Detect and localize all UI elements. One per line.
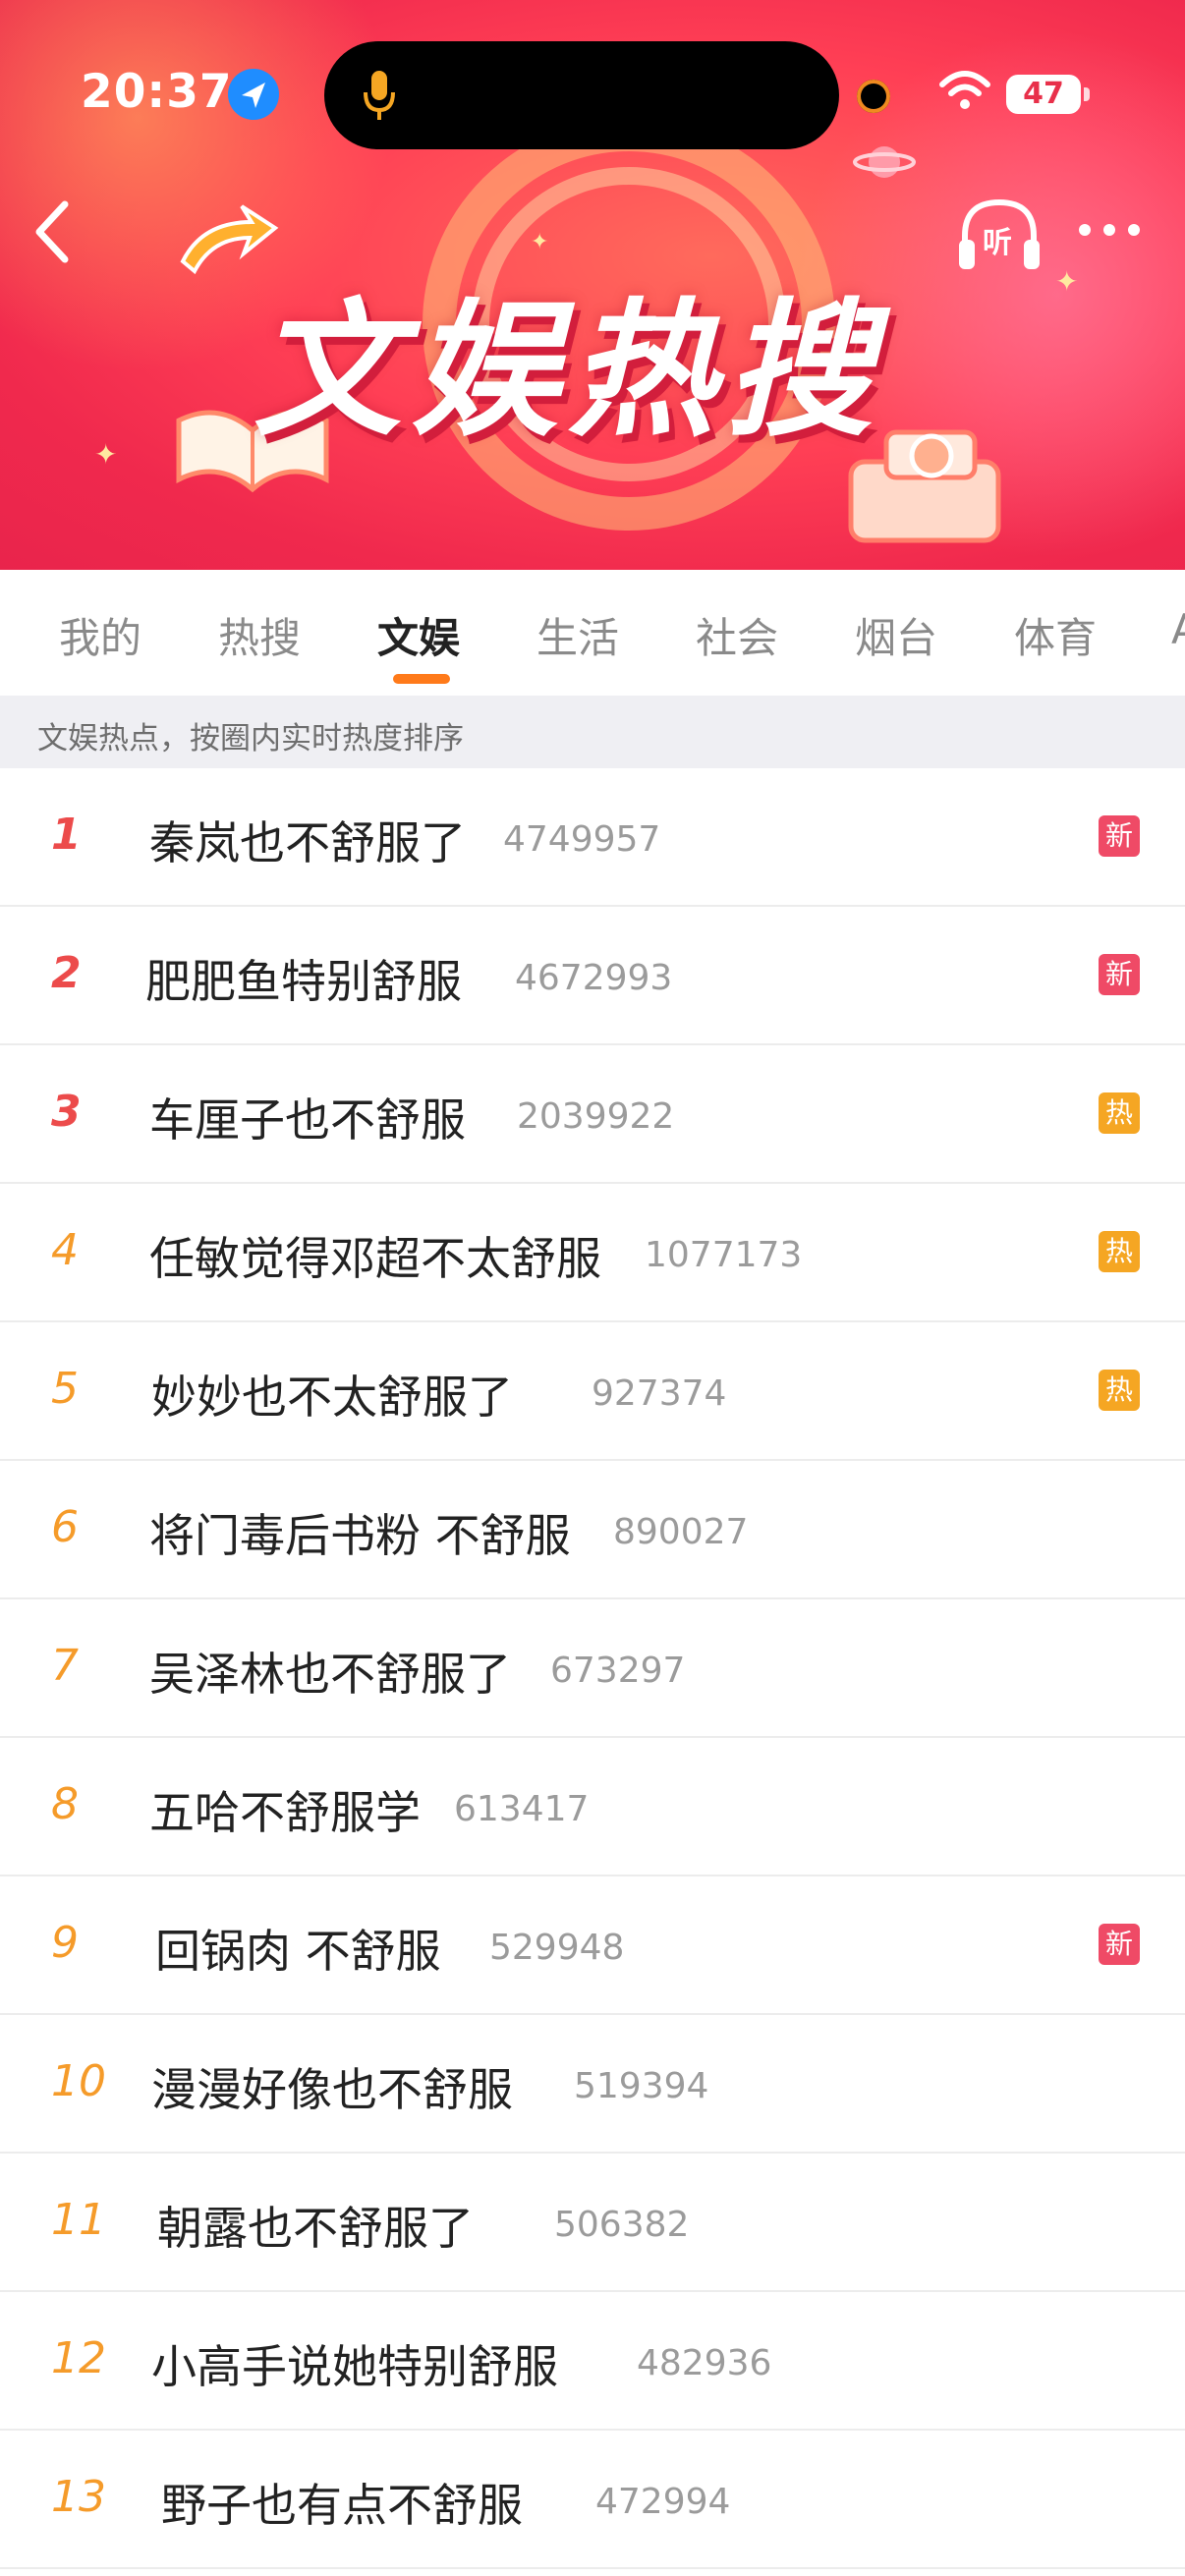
location-arrow-icon (228, 69, 279, 120)
rank-number: 6 (51, 1502, 79, 1552)
back-chevron-icon[interactable] (26, 193, 81, 271)
rank-number: 2 (51, 948, 82, 998)
planet-icon (853, 146, 916, 178)
list-item[interactable]: 13 野子也有点不舒服 472994 (0, 2431, 1185, 2569)
item-title: 车厘子也不舒服 (149, 1093, 466, 1147)
microphone-icon (364, 71, 395, 120)
tab-yantai[interactable]: 烟台 (855, 605, 937, 665)
page-title: 文娱热搜 (254, 286, 883, 457)
tab-society[interactable]: 社会 (696, 605, 778, 665)
new-badge: 新 (1099, 1924, 1140, 1965)
category-tabs: 我的 热搜 文娱 生活 社会 烟台 体育 A (0, 570, 1185, 696)
list-item[interactable]: 9 回锅肉 不舒服 529948 新 (0, 1876, 1185, 2015)
heat-count: 2039922 (517, 1096, 675, 1137)
heat-count: 472994 (595, 2482, 731, 2522)
new-badge: 新 (1099, 815, 1140, 857)
tab-more[interactable]: A (1171, 605, 1185, 653)
sparkle-icon: ✦ (1055, 265, 1079, 298)
tab-life[interactable]: 生活 (536, 605, 619, 665)
list-description: 文娱热点，按圈内实时热度排序 (0, 696, 1185, 768)
heat-count: 613417 (454, 1789, 590, 1829)
item-title: 将门毒后书粉 不舒服 (149, 1509, 571, 1562)
list-item[interactable]: 3 车厘子也不舒服 2039922 热 (0, 1045, 1185, 1184)
recording-indicator-icon (857, 80, 890, 113)
heat-count: 4672993 (515, 958, 673, 998)
wifi-icon (939, 71, 990, 109)
list-item[interactable]: 7 吴泽林也不舒服了 673297 (0, 1599, 1185, 1738)
item-title: 五哈不舒服学 (149, 1786, 421, 1839)
rank-number: 1 (51, 810, 82, 860)
sparkle-icon: ✦ (94, 438, 118, 471)
rank-number: 4 (51, 1225, 79, 1275)
list-item[interactable]: 4 任敏觉得邓超不太舒服 1077173 热 (0, 1184, 1185, 1322)
item-title: 秦岚也不舒服了 (149, 816, 466, 869)
item-title: 小高手说她特别舒服 (151, 2340, 558, 2393)
item-title: 野子也有点不舒服 (161, 2479, 523, 2532)
active-tab-indicator (393, 674, 450, 684)
hot-badge: 热 (1099, 1231, 1140, 1272)
heat-count: 506382 (554, 2205, 690, 2245)
list-item[interactable]: 10 漫漫好像也不舒服 519394 (0, 2015, 1185, 2154)
rank-number: 12 (51, 2333, 106, 2383)
rank-number: 5 (51, 1364, 79, 1414)
item-title: 回锅肉 不舒服 (155, 1925, 441, 1978)
heat-count: 1077173 (645, 1235, 803, 1275)
rank-number: 3 (51, 1087, 82, 1137)
list-item[interactable]: 6 将门毒后书粉 不舒服 890027 (0, 1461, 1185, 1599)
list-item[interactable]: 5 妙妙也不太舒服了 927374 热 (0, 1322, 1185, 1461)
status-time: 20:37 (81, 65, 233, 119)
rank-number: 11 (51, 2195, 106, 2245)
tab-hot-search[interactable]: 热搜 (218, 605, 301, 665)
rank-number: 10 (51, 2056, 106, 2106)
new-badge: 新 (1099, 954, 1140, 995)
heat-count: 529948 (489, 1928, 625, 1968)
heat-count: 482936 (637, 2343, 772, 2383)
more-dots-icon[interactable] (1075, 218, 1144, 242)
item-title: 任敏觉得邓超不太舒服 (149, 1232, 601, 1285)
item-title: 妙妙也不太舒服了 (151, 1371, 513, 1424)
heat-count: 890027 (613, 1512, 749, 1552)
heat-count: 519394 (574, 2066, 709, 2106)
heat-count: 4749957 (503, 819, 661, 860)
header-banner: ✦ ✦ ✦ 20:37 47 听 文娱热搜 (0, 0, 1185, 570)
rank-number: 7 (51, 1641, 79, 1691)
heat-count: 927374 (592, 1373, 727, 1414)
rank-number: 8 (51, 1779, 79, 1829)
listen-label[interactable]: 听 (983, 218, 1012, 261)
list-item[interactable]: 8 五哈不舒服学 613417 (0, 1738, 1185, 1876)
hot-badge: 热 (1099, 1370, 1140, 1411)
rank-number: 13 (51, 2472, 106, 2522)
hot-badge: 热 (1099, 1092, 1140, 1134)
item-title: 朝露也不舒服了 (157, 2202, 474, 2255)
list-item[interactable]: 1 秦岚也不舒服了 4749957 新 (0, 768, 1185, 907)
list-item[interactable]: 11 朝露也不舒服了 506382 (0, 2154, 1185, 2292)
list-item[interactable]: 12 小高手说她特别舒服 482936 (0, 2292, 1185, 2431)
list-item[interactable]: 2 肥肥鱼特别舒服 4672993 新 (0, 907, 1185, 1045)
battery-indicator: 47 (1006, 75, 1090, 114)
tab-sports[interactable]: 体育 (1014, 605, 1097, 665)
tab-entertainment[interactable]: 文娱 (377, 605, 460, 665)
item-title: 肥肥鱼特别舒服 (145, 955, 462, 1008)
heat-count: 673297 (550, 1651, 686, 1691)
dynamic-island (324, 41, 839, 149)
item-title: 吴泽林也不舒服了 (149, 1648, 511, 1701)
tab-mine[interactable]: 我的 (59, 605, 141, 665)
rank-number: 9 (51, 1918, 79, 1968)
list-description-text: 文娱热点，按圈内实时热度排序 (37, 721, 464, 756)
item-title: 漫漫好像也不舒服 (151, 2063, 513, 2116)
trending-list: 1 秦岚也不舒服了 4749957 新 2 肥肥鱼特别舒服 4672993 新 … (0, 768, 1185, 2569)
